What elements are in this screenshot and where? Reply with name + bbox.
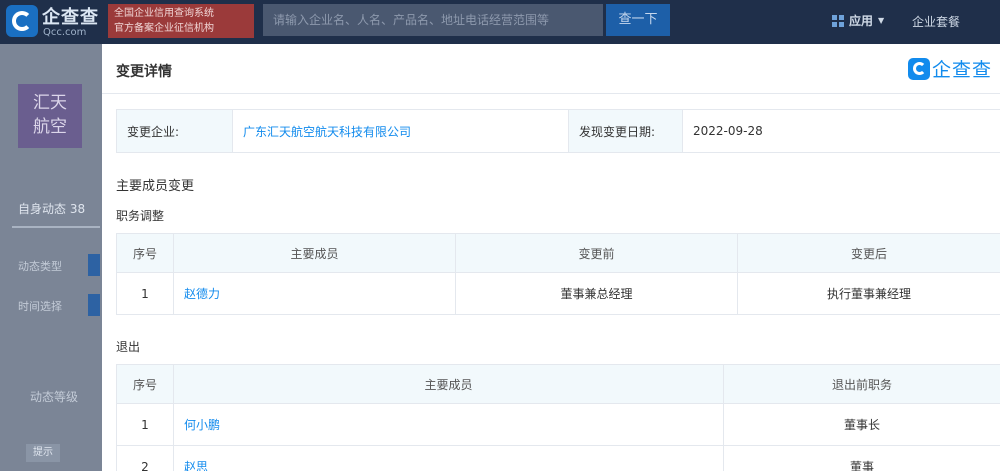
change-detail-modal: 变更详情 企查查 变更企业: 广东汇天航空航天科技有限公司 发现变更日期: 20… <box>102 44 1000 471</box>
exit-table: 序号 主要成员 退出前职务 1 何小鹏 董事长 2 赵思 董事 <box>116 364 1000 471</box>
company-label: 变更企业: <box>116 109 233 153</box>
site-logo-domain: Qcc.com <box>43 27 87 38</box>
member-name-link[interactable]: 赵思 <box>173 445 724 471</box>
role-before-exit: 董事 <box>723 445 1000 471</box>
row-number: 1 <box>116 403 174 446</box>
table-row: 1 何小鹏 董事长 <box>116 403 1000 446</box>
row-number: 1 <box>116 272 174 315</box>
table-header-row: 序号 主要成员 变更前 变更后 <box>116 233 1000 273</box>
role-after: 执行董事兼经理 <box>737 272 1000 315</box>
section-title: 主要成员变更 <box>116 179 195 194</box>
search-input[interactable]: 请输入企业名、人名、产品名、地址电话经营范围等 <box>263 4 603 36</box>
qcc-brand-icon <box>908 57 930 80</box>
column-header: 主要成员 <box>173 233 456 273</box>
company-value: 广东汇天航空航天科技有限公司 <box>232 109 569 153</box>
tab-underline <box>12 226 100 228</box>
table-row: 2 赵思 董事 <box>116 445 1000 471</box>
role-change-table: 序号 主要成员 变更前 变更后 1 赵德力 董事兼总经理 执行董事兼经理 <box>116 233 1000 315</box>
role-before-exit: 董事长 <box>723 403 1000 446</box>
filter-time-button[interactable] <box>88 294 100 316</box>
chevron-down-icon: ▼ <box>878 16 885 25</box>
level-tag[interactable]: 提示 <box>26 444 60 462</box>
member-name-link[interactable]: 赵德力 <box>173 272 456 315</box>
promo-line-1: 全国企业信用查询系统 <box>114 8 214 19</box>
brand-text: 企查查 <box>932 59 993 81</box>
promo-banner[interactable]: 全国企业信用查询系统 官方备案企业征信机构 <box>108 4 254 38</box>
role-before: 董事兼总经理 <box>455 272 738 315</box>
column-header: 序号 <box>116 364 174 404</box>
column-header: 变更后 <box>737 233 1000 273</box>
column-header: 序号 <box>116 233 174 273</box>
table-row: 1 赵德力 董事兼总经理 执行董事兼经理 <box>116 272 1000 315</box>
site-logo-text: 企查查 <box>42 7 99 28</box>
date-label: 发现变更日期: <box>568 109 683 153</box>
header-divider <box>102 93 1000 94</box>
filter-type-button[interactable] <box>88 254 100 276</box>
role-change-title: 职务调整 <box>116 209 165 223</box>
row-number: 2 <box>116 445 174 471</box>
column-header: 变更前 <box>455 233 738 273</box>
date-value: 2022-09-28 <box>682 109 1000 153</box>
modal-title: 变更详情 <box>116 64 172 80</box>
filter-type-label: 动态类型 <box>18 260 62 273</box>
column-header: 主要成员 <box>173 364 724 404</box>
apps-menu[interactable]: 应用 ▼ <box>832 12 884 29</box>
table-row: 变更企业: 广东汇天航空航天科技有限公司 发现变更日期: 2022-09-28 <box>116 109 1000 153</box>
promo-line-2: 官方备案企业征信机构 <box>114 23 214 34</box>
apps-grid-icon <box>832 14 844 27</box>
table-header-row: 序号 主要成员 退出前职务 <box>116 364 1000 404</box>
qcc-logo-icon <box>6 5 38 37</box>
search-button[interactable]: 查一下 <box>606 4 670 36</box>
member-name-link[interactable]: 何小鹏 <box>173 403 724 446</box>
apps-label: 应用 <box>849 14 874 28</box>
change-info-table: 变更企业: 广东汇天航空航天科技有限公司 发现变更日期: 2022-09-28 <box>116 109 1000 153</box>
tab-self-dynamics[interactable]: 自身动态 38 <box>18 200 85 217</box>
column-header: 退出前职务 <box>723 364 1000 404</box>
top-navigation-bar: 企查查 Qcc.com 全国企业信用查询系统 官方备案企业征信机构 请输入企业名… <box>0 0 1000 44</box>
dynamic-level-label: 动态等级 <box>30 390 79 404</box>
filter-time-label: 时间选择 <box>18 300 62 313</box>
enterprise-suite-link[interactable]: 企业套餐 <box>912 13 960 30</box>
company-logo: 汇天航空 <box>18 84 82 148</box>
company-logo-text: 汇天航空 <box>33 93 67 137</box>
brand-logo: 企查查 <box>908 55 992 82</box>
company-link[interactable]: 广东汇天航空航天科技有限公司 <box>243 125 411 139</box>
exit-title: 退出 <box>116 340 141 354</box>
